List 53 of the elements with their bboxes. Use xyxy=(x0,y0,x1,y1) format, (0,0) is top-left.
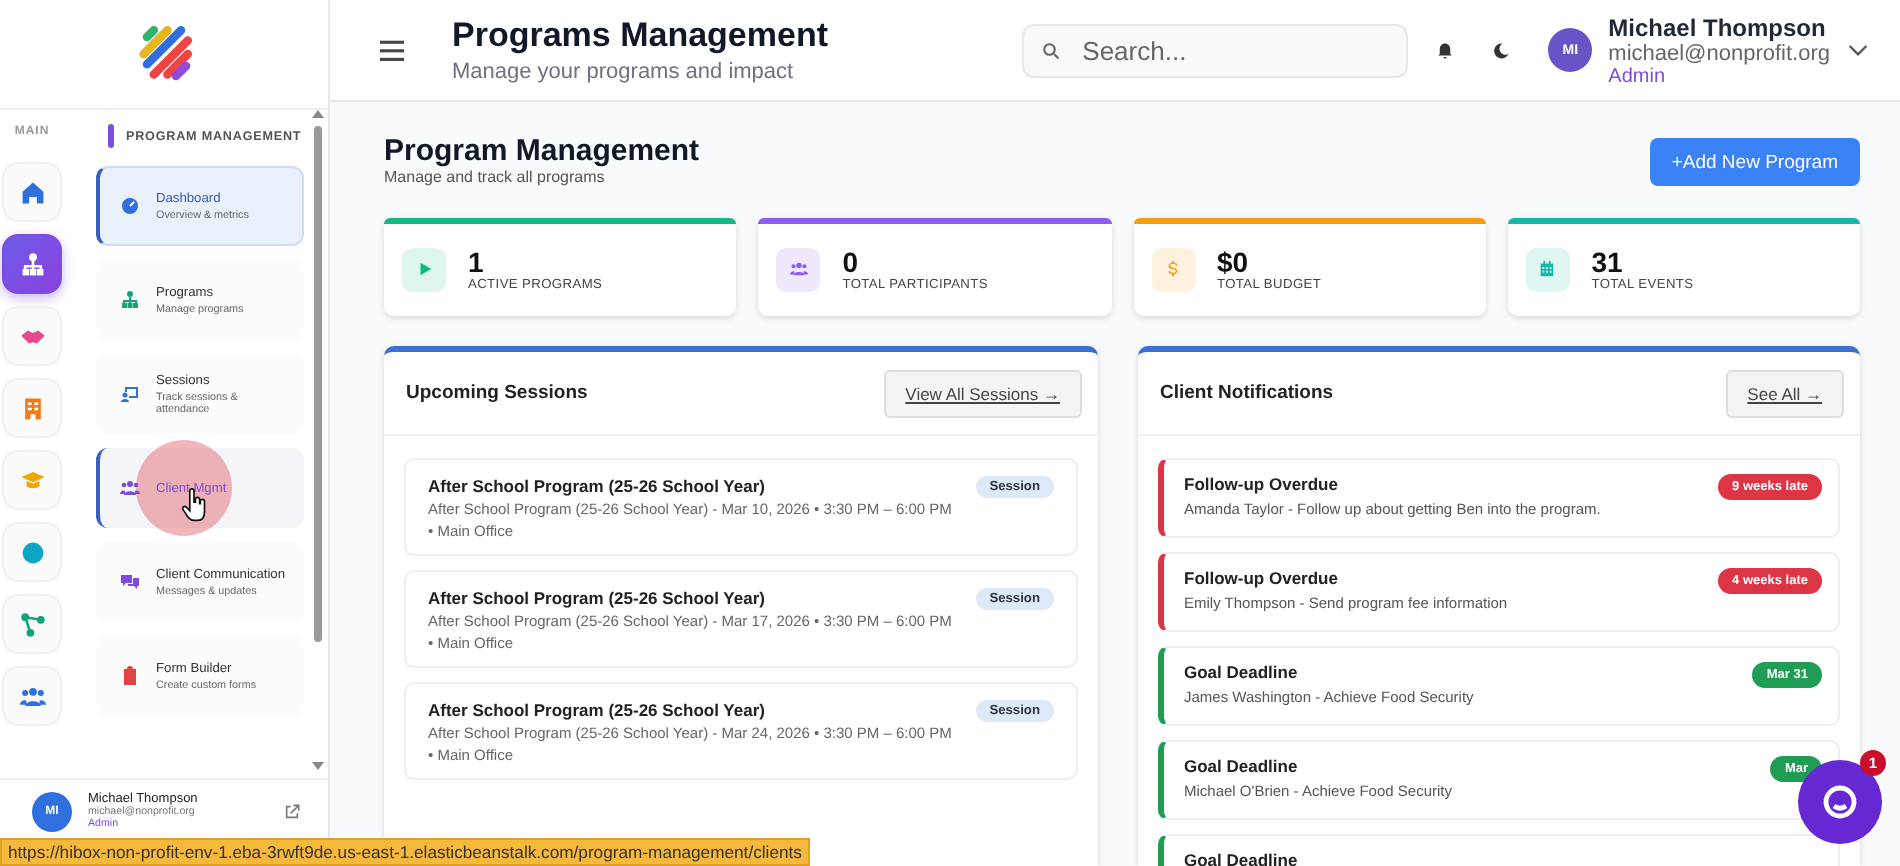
search-icon xyxy=(1042,41,1061,59)
stat-value: 31 xyxy=(1591,246,1625,278)
bell-icon[interactable] xyxy=(1436,41,1455,59)
users-icon xyxy=(19,683,45,709)
session-title: After School Program (25-26 School Year) xyxy=(428,588,767,608)
circle-icon xyxy=(19,539,45,565)
users-icon xyxy=(120,478,140,498)
section-heading: Program Management xyxy=(384,134,700,168)
user-role: Admin xyxy=(1608,65,1668,87)
add-program-button[interactable]: +Add New Program xyxy=(1649,138,1860,186)
users-icon xyxy=(789,260,808,278)
play-icon xyxy=(415,260,433,278)
search-field[interactable]: Search... xyxy=(1022,23,1409,77)
presentation-icon xyxy=(120,384,140,404)
menu-icon[interactable] xyxy=(380,39,404,61)
clipboard-icon xyxy=(120,666,140,686)
graduation-cap-icon xyxy=(19,467,45,493)
notification-title: Goal Deadline xyxy=(1184,850,1298,866)
notification-title: Goal Deadline xyxy=(1184,662,1300,682)
gauge-icon xyxy=(120,196,140,216)
panel-title: Client Notifications xyxy=(1160,382,1334,404)
nodes-icon xyxy=(19,611,45,637)
section-marker xyxy=(108,124,114,148)
stat-value: 0 xyxy=(842,246,861,278)
session-title: After School Program (25-26 School Year) xyxy=(428,476,767,496)
stat-value: 1 xyxy=(468,246,486,278)
notification-title: Follow-up Overdue xyxy=(1184,568,1340,588)
section-subtitle: Manage and track all programs xyxy=(384,168,607,186)
view-all-sessions-link[interactable]: View All Sessions → xyxy=(883,369,1082,417)
panel-title: Upcoming Sessions xyxy=(406,382,588,404)
calendar-icon xyxy=(1538,260,1557,278)
rail-nav-button[interactable] xyxy=(2,234,62,294)
user-name: Michael Thompson xyxy=(1608,13,1828,41)
hierarchy-icon xyxy=(120,290,140,310)
smiling-bubble-icon xyxy=(1820,782,1860,822)
page-subtitle: Manage your programs and impact xyxy=(452,60,796,84)
page-title: Programs Management xyxy=(452,16,830,56)
home-icon xyxy=(19,179,45,205)
user-email: michael@nonprofit.org xyxy=(1608,41,1830,65)
status-bar-url: https://hibox-non-profit-env-1.eba-3rwft9de.us-east-1.elasticbeanstalk.com/program-management/clients xyxy=(0,838,810,866)
notification-title: Goal Deadline xyxy=(1184,756,1300,776)
dollar-icon xyxy=(1164,260,1182,278)
external-link-icon[interactable] xyxy=(284,803,300,819)
see-all-link[interactable]: See All → xyxy=(1725,369,1844,417)
moon-icon[interactable] xyxy=(1492,41,1511,59)
stat-value: $0 xyxy=(1217,246,1251,278)
click-highlight xyxy=(136,440,232,536)
chevron-down-icon[interactable] xyxy=(1848,43,1868,57)
notification-title: Follow-up Overdue xyxy=(1184,474,1340,494)
session-title: After School Program (25-26 School Year) xyxy=(428,700,767,720)
building-icon xyxy=(19,395,45,421)
hierarchy-icon xyxy=(19,251,45,277)
chat-bubbles-icon xyxy=(120,572,140,592)
